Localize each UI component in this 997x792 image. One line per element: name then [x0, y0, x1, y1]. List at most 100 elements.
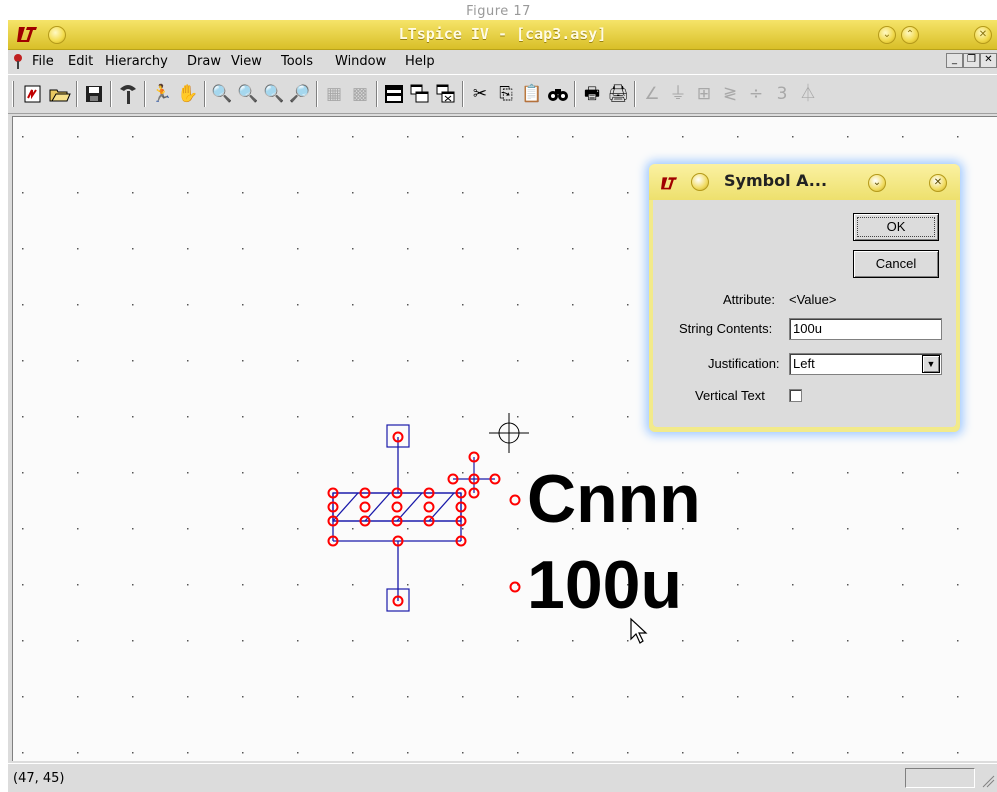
grid-dot: [407, 136, 409, 138]
grid-dot: [242, 696, 244, 698]
grid-dot: [517, 192, 519, 194]
grid-dot: [902, 696, 904, 698]
grid-dot: [462, 192, 464, 194]
grid-dot: [792, 472, 794, 474]
mdi-close-button[interactable]: ✕: [980, 53, 997, 68]
grid-dot: [957, 696, 959, 698]
mdi-minimize-button[interactable]: _: [946, 53, 963, 68]
ground-icon[interactable]: ⏚: [666, 82, 690, 106]
grid-dot: [627, 136, 629, 138]
horizontal-tile-icon[interactable]: [382, 82, 406, 106]
mdi-controls: _ ❐ ✕: [946, 53, 997, 68]
grid-dot: [242, 472, 244, 474]
value-attribute-text[interactable]: 100u: [527, 551, 682, 619]
grid-dot: [572, 752, 574, 754]
grid-dot: [792, 528, 794, 530]
save-icon[interactable]: [82, 82, 106, 106]
dialog-close-button[interactable]: ✕: [929, 174, 947, 192]
close-window-icon[interactable]: [434, 82, 458, 106]
grid-dot: [187, 696, 189, 698]
grid-dot: [407, 192, 409, 194]
grid-dot: [572, 248, 574, 250]
ok-button[interactable]: OK: [853, 213, 939, 241]
grid-dot: [242, 192, 244, 194]
toolbar-separator: [574, 81, 576, 107]
print-icon[interactable]: 🖨: [606, 82, 630, 106]
grid-dot: [902, 640, 904, 642]
grid-dot: [22, 584, 24, 586]
menu-hierarchy[interactable]: Hierarchy: [105, 54, 168, 69]
capacitor-icon[interactable]: ÷: [744, 82, 768, 106]
grid-dot: [297, 584, 299, 586]
close-button[interactable]: ✕: [974, 26, 992, 44]
toolbar-grip[interactable]: [12, 81, 14, 107]
inductor-icon[interactable]: 3: [770, 82, 794, 106]
pan-icon[interactable]: ✋: [176, 82, 200, 106]
grid-dot: [407, 360, 409, 362]
menu-tools[interactable]: Tools: [281, 54, 313, 69]
menu-view[interactable]: View: [231, 54, 262, 69]
grid-dot: [517, 472, 519, 474]
grid-dot: [242, 136, 244, 138]
grid-dot: [132, 472, 134, 474]
autoscale-icon[interactable]: ▦: [322, 82, 346, 106]
menu-draw[interactable]: Draw: [187, 54, 221, 69]
menu-bar: File Edit Hierarchy Draw View Tools Wind…: [8, 50, 997, 72]
grid-dot: [572, 304, 574, 306]
dialog-shade-button[interactable]: ⌄: [868, 174, 886, 192]
diode-icon[interactable]: ⏃: [796, 82, 820, 106]
grid-dot: [517, 304, 519, 306]
grid-dot: [242, 416, 244, 418]
menu-window[interactable]: Window: [335, 54, 386, 69]
chevron-down-icon[interactable]: ▼: [922, 355, 940, 373]
menu-edit[interactable]: Edit: [68, 54, 93, 69]
mouse-pointer-icon: [630, 617, 648, 644]
zoom-area-icon[interactable]: 🔍: [236, 82, 260, 106]
control-panel-icon[interactable]: [116, 82, 140, 106]
menu-help[interactable]: Help: [405, 54, 435, 69]
vertical-text-checkbox[interactable]: [789, 389, 802, 402]
status-panel: [905, 768, 975, 788]
draw-wire-icon[interactable]: ∠: [640, 82, 664, 106]
grid-dot: [242, 752, 244, 754]
grid-dot: [902, 136, 904, 138]
cancel-button[interactable]: Cancel: [853, 250, 939, 278]
zoom-fit-icon[interactable]: 🔎: [288, 82, 312, 106]
resize-grip-icon[interactable]: [981, 772, 995, 788]
grid-dot: [682, 752, 684, 754]
dialog-title-bar[interactable]: Symbol A... ⌄ ✕: [649, 164, 960, 200]
maximize-button[interactable]: ⌃: [901, 26, 919, 44]
grid-dot: [22, 248, 24, 250]
document-icon[interactable]: [12, 53, 24, 69]
minimize-button[interactable]: ⌄: [878, 26, 896, 44]
resistor-icon[interactable]: ≷: [718, 82, 742, 106]
copy-icon[interactable]: ⎘: [494, 82, 518, 106]
paste-icon[interactable]: 📋: [520, 82, 544, 106]
open-icon[interactable]: [48, 82, 72, 106]
find-icon[interactable]: [546, 82, 570, 106]
zoom-in-icon[interactable]: 🔍: [210, 82, 234, 106]
string-contents-input[interactable]: 100u: [789, 318, 942, 340]
label-net-icon[interactable]: ⊞: [692, 82, 716, 106]
grid-dot: [847, 640, 849, 642]
toolbar: 🏃 ✋ 🔍 🔍 🔍 🔎 ▦ ▩ ✂ ⎘ 📋 🖶 🖨 ∠ ⏚ ⊞ ≷ ÷ 3 ⏃: [8, 74, 997, 114]
attribute-label: Attribute:: [723, 292, 776, 307]
tile-icon[interactable]: ▩: [348, 82, 372, 106]
ltspice-logo-icon: [661, 177, 677, 190]
cut-icon[interactable]: ✂: [468, 82, 492, 106]
dialog-menu-button[interactable]: [691, 173, 709, 191]
title-bar[interactable]: LTspice IV - [cap3.asy] ⌄ ⌃ ✕: [8, 20, 997, 50]
cascade-icon[interactable]: [408, 82, 432, 106]
print-setup-icon[interactable]: 🖶: [580, 82, 604, 106]
new-schematic-icon[interactable]: [22, 82, 46, 106]
grid-dot: [77, 584, 79, 586]
mdi-restore-button[interactable]: ❐: [963, 53, 980, 68]
justification-select[interactable]: Left ▼: [789, 353, 942, 375]
vertical-text-label: Vertical Text: [695, 388, 765, 403]
zoom-out-icon[interactable]: 🔍: [262, 82, 286, 106]
grid-dot: [187, 640, 189, 642]
run-icon[interactable]: 🏃: [150, 82, 174, 106]
menu-file[interactable]: File: [32, 54, 54, 69]
grid-dot: [132, 528, 134, 530]
inst-name-attribute-text[interactable]: Cnnn: [527, 465, 701, 533]
